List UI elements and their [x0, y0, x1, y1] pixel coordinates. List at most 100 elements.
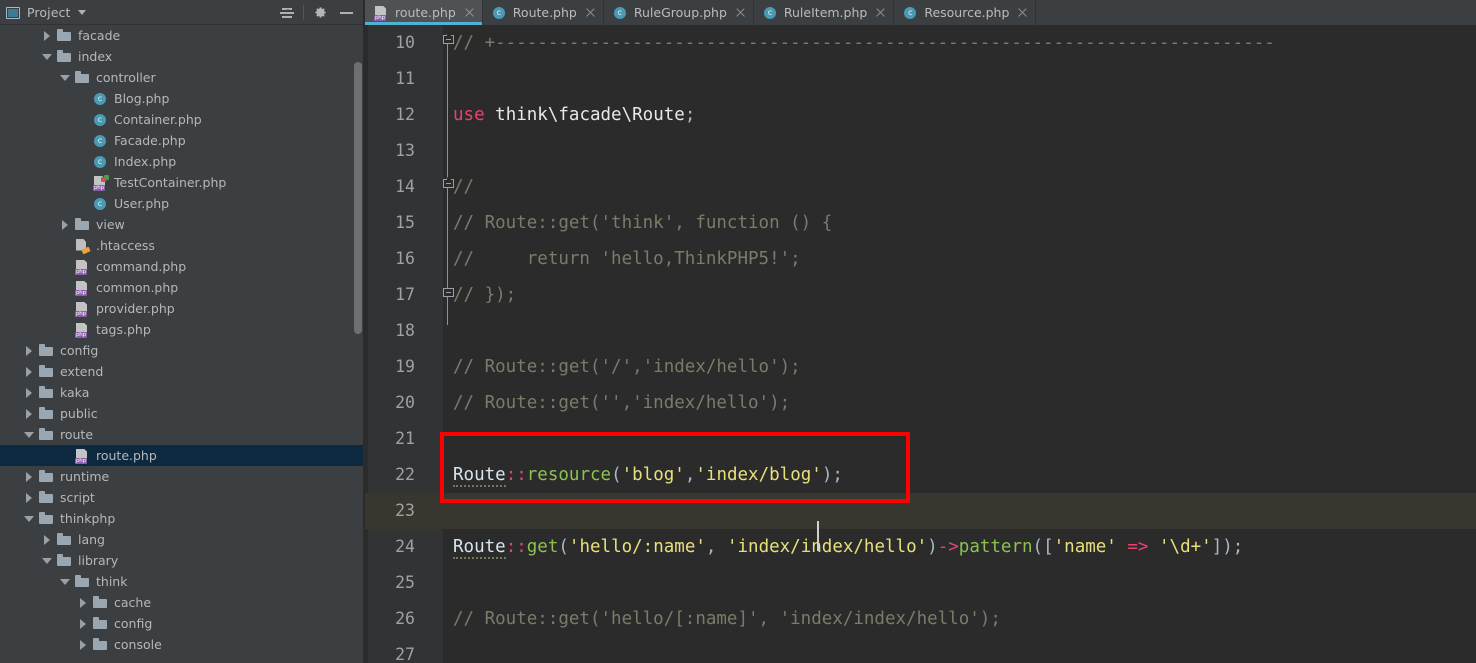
project-sidebar: Project facade index controller c Blog.p… — [0, 0, 365, 663]
editor-tab-ruleitem-php[interactable]: RuleItem.php — [754, 0, 895, 25]
chevron-down-icon[interactable] — [42, 51, 53, 62]
tree-item-label: Index.php — [114, 154, 177, 169]
tree-item-runtime[interactable]: runtime — [0, 466, 365, 487]
folder-icon — [38, 469, 55, 485]
code-line[interactable]: 13 — [365, 133, 1476, 169]
code-line[interactable]: 19 // Route::get('/','index/hello'); — [365, 349, 1476, 385]
tree-item-config[interactable]: config — [0, 340, 365, 361]
fold-marker-collapse[interactable] — [443, 176, 454, 190]
code-line[interactable]: 16 // return 'hello,ThinkPHP5!'; — [365, 241, 1476, 277]
tree-item-facade-php[interactable]: Facade.php — [0, 130, 365, 151]
chevron-right-icon[interactable] — [42, 30, 53, 41]
code-line[interactable]: 24 Route::get('hello/:name', 'index/index… — [365, 529, 1476, 565]
code-folding-rail[interactable] — [443, 25, 454, 663]
tree-item-kaka[interactable]: kaka — [0, 382, 365, 403]
tree-item-console[interactable]: console — [0, 634, 365, 655]
chevron-down-icon[interactable] — [24, 513, 35, 524]
collapse-all-button[interactable] — [274, 0, 300, 25]
code-line[interactable]: 15 // Route::get('think', function () { — [365, 205, 1476, 241]
tree-item-config[interactable]: config — [0, 613, 365, 634]
folder-icon — [56, 553, 73, 569]
hide-panel-button[interactable] — [333, 0, 359, 25]
chevron-right-icon[interactable] — [42, 534, 53, 545]
code-line[interactable]: 17 // }); — [365, 277, 1476, 313]
editor-tab-route-php[interactable]: Route.php — [483, 0, 604, 25]
tree-item-library[interactable]: library — [0, 550, 365, 571]
code-editor[interactable]: 10 // +----------------------------------… — [365, 25, 1476, 663]
tree-item-testcontainer-php[interactable]: TestContainer.php — [0, 172, 365, 193]
close-icon[interactable] — [465, 8, 475, 18]
tree-item-extend[interactable]: extend — [0, 361, 365, 382]
tree-item-common-php[interactable]: common.php — [0, 277, 365, 298]
chevron-right-icon[interactable] — [24, 408, 35, 419]
tree-item-script[interactable]: script — [0, 487, 365, 508]
chevron-right-icon[interactable] — [60, 219, 71, 230]
tree-item-label: thinkphp — [60, 511, 116, 526]
chevron-down-icon[interactable] — [24, 429, 35, 440]
tree-item-route-php[interactable]: route.php — [0, 445, 365, 466]
code-text: // Route::get('','index/hello'); — [453, 393, 791, 413]
code-line[interactable]: 23 — [365, 493, 1476, 529]
tree-item-route[interactable]: route — [0, 424, 365, 445]
chevron-right-icon[interactable] — [24, 366, 35, 377]
tree-item-cache[interactable]: cache — [0, 592, 365, 613]
tree-item-container-php[interactable]: Container.php — [0, 109, 365, 130]
chevron-right-icon[interactable] — [24, 492, 35, 503]
sidebar-scrollbar[interactable] — [354, 62, 362, 334]
code-line[interactable]: 20 // Route::get('','index/hello'); — [365, 385, 1476, 421]
chevron-right-icon[interactable] — [78, 639, 89, 650]
chevron-down-icon[interactable] — [60, 72, 71, 83]
tree-item-index-php[interactable]: Index.php — [0, 151, 365, 172]
tree-item-lang[interactable]: lang — [0, 529, 365, 550]
tree-item-public[interactable]: public — [0, 403, 365, 424]
code-line[interactable]: 21 — [365, 421, 1476, 457]
chevron-down-icon[interactable] — [78, 10, 87, 15]
chevron-right-icon[interactable] — [78, 618, 89, 629]
code-line[interactable]: 27 — [365, 637, 1476, 663]
line-number: 24 — [395, 537, 415, 556]
close-icon[interactable] — [586, 8, 596, 18]
code-line[interactable]: 26 // Route::get('hello/[:name]', 'index/… — [365, 601, 1476, 637]
close-icon[interactable] — [1018, 8, 1028, 18]
chevron-right-icon[interactable] — [24, 345, 35, 356]
code-line[interactable]: 22 Route::resource('blog','index/blog'); — [365, 457, 1476, 493]
tree-item-facade[interactable]: facade — [0, 25, 365, 46]
tree-item-blog-php[interactable]: Blog.php — [0, 88, 365, 109]
tree-item-provider-php[interactable]: provider.php — [0, 298, 365, 319]
chevron-right-icon[interactable] — [78, 597, 89, 608]
code-line[interactable]: 14 // — [365, 169, 1476, 205]
line-number: 25 — [395, 573, 415, 592]
tree-item-command-php[interactable]: command.php — [0, 256, 365, 277]
code-line[interactable]: 11 — [365, 61, 1476, 97]
tree-item-think[interactable]: think — [0, 571, 365, 592]
code-lines[interactable]: 10 // +----------------------------------… — [365, 25, 1476, 663]
code-line[interactable]: 18 — [365, 313, 1476, 349]
code-line[interactable]: 12 use think\facade\Route; — [365, 97, 1476, 133]
editor-tab-route-php[interactable]: route.php — [365, 0, 483, 25]
tree-item-index[interactable]: index — [0, 46, 365, 67]
tree-item-controller[interactable]: controller — [0, 67, 365, 88]
tree-item-label: tags.php — [96, 322, 151, 337]
tree-item-tags-php[interactable]: tags.php — [0, 319, 365, 340]
tree-item-view[interactable]: view — [0, 214, 365, 235]
editor-tab-rulegroup-php[interactable]: RuleGroup.php — [604, 0, 754, 25]
chevron-right-icon[interactable] — [24, 471, 35, 482]
code-line[interactable]: 25 — [365, 565, 1476, 601]
tree-item-thinkphp[interactable]: thinkphp — [0, 508, 365, 529]
chevron-down-icon[interactable] — [42, 555, 53, 566]
tree-item-htaccess[interactable]: .htaccess — [0, 235, 365, 256]
folder-icon — [38, 406, 55, 422]
editor-tab-resource-php[interactable]: Resource.php — [894, 0, 1037, 25]
settings-button[interactable] — [307, 0, 333, 25]
chevron-down-icon[interactable] — [60, 576, 71, 587]
close-icon[interactable] — [736, 8, 746, 18]
fold-marker-collapse[interactable] — [443, 32, 454, 46]
code-text: // Route::get('/','index/hello'); — [453, 357, 801, 377]
tree-item-user-php[interactable]: User.php — [0, 193, 365, 214]
chevron-right-icon[interactable] — [24, 387, 35, 398]
tree-item-label: lang — [78, 532, 105, 547]
close-icon[interactable] — [876, 8, 886, 18]
php-class-icon — [92, 91, 109, 107]
fold-marker-collapse[interactable] — [443, 288, 454, 299]
code-line[interactable]: 10 // +----------------------------------… — [365, 25, 1476, 61]
